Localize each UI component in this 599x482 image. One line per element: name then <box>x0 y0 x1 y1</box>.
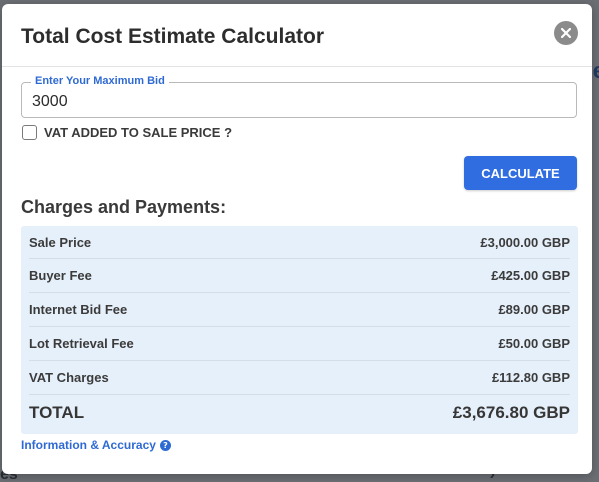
calculate-button[interactable]: CALCULATE <box>464 156 577 190</box>
max-bid-field: Enter Your Maximum Bid <box>21 75 577 118</box>
modal-header: Total Cost Estimate Calculator <box>2 4 592 67</box>
charges-heading: Charges and Payments: <box>21 197 227 217</box>
information-accuracy-link[interactable]: Information & Accuracy ? <box>21 438 171 452</box>
vat-checkbox[interactable] <box>22 124 37 140</box>
max-bid-label: Enter Your Maximum Bid <box>31 75 169 87</box>
close-button[interactable] <box>554 21 578 45</box>
table-row: VAT Charges £112.80 GBP <box>29 361 570 395</box>
cost-calculator-modal: Total Cost Estimate Calculator Enter You… <box>2 4 592 474</box>
table-row: Lot Retrieval Fee £50.00 GBP <box>29 327 570 361</box>
total-value: £3,676.80 GBP <box>452 402 570 422</box>
charge-value: £50.00 GBP <box>498 336 570 351</box>
charges-table: Sale Price £3,000.00 GBP Buyer Fee £425.… <box>21 226 578 434</box>
charge-value: £3,000.00 GBP <box>480 234 570 250</box>
charge-label: VAT Charges <box>29 370 109 385</box>
charge-label: Internet Bid Fee <box>29 302 128 317</box>
charge-label: Buyer Fee <box>29 268 92 283</box>
charge-value: £89.00 GBP <box>498 302 570 317</box>
vat-option: VAT ADDED TO SALE PRICE ? <box>22 123 232 141</box>
background-text-fragment: e <box>592 58 599 83</box>
close-icon <box>561 28 571 38</box>
charge-value: £112.80 GBP <box>491 370 570 385</box>
modal-title: Total Cost Estimate Calculator <box>21 25 325 48</box>
question-circle-icon[interactable]: ? <box>159 439 171 451</box>
vat-label[interactable]: VAT ADDED TO SALE PRICE ? <box>44 125 232 140</box>
charge-value: £425.00 GBP <box>491 268 570 283</box>
table-row: Buyer Fee £425.00 GBP <box>29 259 570 293</box>
table-row: Internet Bid Fee £89.00 GBP <box>29 293 570 327</box>
info-link-label[interactable]: Information & Accuracy <box>21 438 156 452</box>
table-row: Sale Price £3,000.00 GBP <box>29 226 570 259</box>
total-row: TOTAL £3,676.80 GBP <box>29 395 570 430</box>
charge-label: Lot Retrieval Fee <box>29 336 134 351</box>
total-label: TOTAL <box>29 402 85 422</box>
max-bid-input[interactable] <box>32 92 552 112</box>
charge-label: Sale Price <box>29 234 92 250</box>
